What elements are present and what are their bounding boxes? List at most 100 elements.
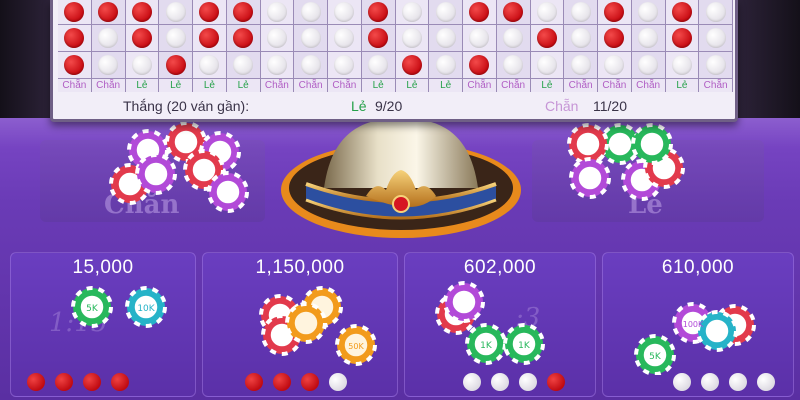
white-coin bbox=[300, 55, 321, 75]
white-coin bbox=[98, 28, 119, 48]
white-coin bbox=[673, 373, 691, 391]
result-cell bbox=[665, 52, 700, 79]
red-coin bbox=[469, 2, 490, 22]
white-coin bbox=[435, 28, 456, 48]
result-cell bbox=[91, 0, 126, 25]
result-cell bbox=[429, 52, 463, 79]
result-label: Chẵn bbox=[564, 79, 598, 92]
red-coin bbox=[64, 28, 85, 48]
chip-label: 100K bbox=[683, 320, 704, 329]
result-label: Chẵn bbox=[699, 79, 733, 92]
result-cell bbox=[361, 25, 396, 52]
result-label: Lẻ bbox=[429, 79, 463, 92]
white-coin bbox=[334, 28, 355, 48]
white-coin bbox=[705, 28, 726, 48]
result-label: Lẻ bbox=[361, 79, 396, 92]
red-coin bbox=[469, 55, 490, 75]
result-label: Chẵn bbox=[463, 79, 497, 92]
result-label: Lẻ bbox=[530, 79, 565, 92]
chip-label: 10K bbox=[137, 304, 155, 314]
red-coin bbox=[165, 55, 186, 75]
result-label: Chẵn bbox=[598, 79, 632, 92]
white-coin bbox=[463, 373, 481, 391]
result-cell bbox=[463, 0, 497, 25]
white-coin bbox=[503, 55, 524, 75]
white-coin bbox=[334, 55, 355, 75]
white-coin bbox=[638, 55, 659, 75]
red-coin bbox=[536, 28, 557, 48]
result-cell bbox=[328, 25, 362, 52]
chip-label: 5K bbox=[649, 352, 662, 362]
white-coin bbox=[729, 373, 747, 391]
result-label: Chẵn bbox=[496, 79, 531, 92]
chip-label: 50K bbox=[348, 342, 364, 351]
chip-stack-box-1: 5K 10K bbox=[71, 286, 167, 328]
white-coin bbox=[98, 55, 119, 75]
result-label: Chẵn bbox=[58, 79, 92, 92]
result-cell bbox=[564, 25, 598, 52]
result-cell bbox=[699, 52, 733, 79]
white-coin bbox=[638, 28, 659, 48]
chip-stack-box-4: 5K 100K bbox=[634, 302, 756, 375]
result-cell bbox=[58, 52, 92, 79]
result-cell bbox=[125, 52, 160, 79]
red-coin bbox=[245, 373, 263, 391]
chip-label: 1K bbox=[480, 341, 493, 351]
result-cell bbox=[463, 25, 497, 52]
result-cell bbox=[226, 25, 261, 52]
result-cell bbox=[395, 52, 430, 79]
chip-stack-box-3: 1K 1K bbox=[435, 281, 545, 365]
result-cell bbox=[91, 25, 126, 52]
red-coin bbox=[131, 28, 152, 48]
bet-amount: 602,000 bbox=[463, 257, 537, 278]
result-cell bbox=[496, 25, 531, 52]
result-label: Chẵn bbox=[328, 79, 362, 92]
result-cell bbox=[58, 25, 92, 52]
red-coin bbox=[301, 373, 319, 391]
result-cell bbox=[260, 52, 295, 79]
chip-label: 1K bbox=[518, 341, 531, 351]
le-label: Lẻ bbox=[351, 98, 367, 114]
result-label: Chẵn bbox=[294, 79, 328, 92]
result-cell bbox=[699, 0, 733, 25]
white-coin bbox=[131, 55, 152, 75]
result-cell bbox=[294, 52, 328, 79]
result-cell bbox=[429, 25, 463, 52]
chan-label: Chẵn bbox=[545, 98, 579, 114]
white-coin bbox=[705, 2, 726, 22]
result-cell bbox=[530, 0, 565, 25]
red-coin bbox=[55, 373, 73, 391]
red-coin bbox=[671, 2, 692, 22]
white-coin bbox=[519, 373, 537, 391]
bet-amount: 610,000 bbox=[661, 257, 735, 278]
white-coin bbox=[368, 55, 389, 75]
result-cell bbox=[631, 0, 666, 25]
red-coin bbox=[401, 55, 422, 75]
result-cell bbox=[361, 0, 396, 25]
result-cell bbox=[395, 0, 430, 25]
result-cell bbox=[294, 0, 328, 25]
result-cell bbox=[361, 52, 396, 79]
red-coin bbox=[64, 2, 85, 22]
red-coin bbox=[111, 373, 129, 391]
result-cell bbox=[193, 52, 227, 79]
result-cell bbox=[530, 25, 565, 52]
white-coin bbox=[435, 2, 456, 22]
red-coin bbox=[199, 2, 220, 22]
result-label: Lẻ bbox=[395, 79, 430, 92]
red-coin bbox=[368, 2, 389, 22]
results-grid: Chẵn Chẵn Lẻ Lẻ Lẻ Lẻ Chẵn Chẵn Chẵn Lẻ Lẻ Lẻ Chẵn Ch… bbox=[58, 0, 733, 92]
result-cell bbox=[598, 52, 632, 79]
result-cell bbox=[429, 0, 463, 25]
result-cell bbox=[496, 0, 531, 25]
result-label: Lẻ bbox=[159, 79, 193, 92]
white-coin bbox=[638, 2, 659, 22]
result-label: Lẻ bbox=[665, 79, 700, 92]
result-cell bbox=[564, 52, 598, 79]
red-coin bbox=[547, 373, 565, 391]
result-cell bbox=[631, 52, 666, 79]
white-coin bbox=[491, 373, 509, 391]
win-summary: Thắng (20 ván gần): Lẻ 9/20 Chẵn 11/20 bbox=[53, 95, 735, 119]
red-coin bbox=[98, 2, 119, 22]
result-cell bbox=[395, 25, 430, 52]
